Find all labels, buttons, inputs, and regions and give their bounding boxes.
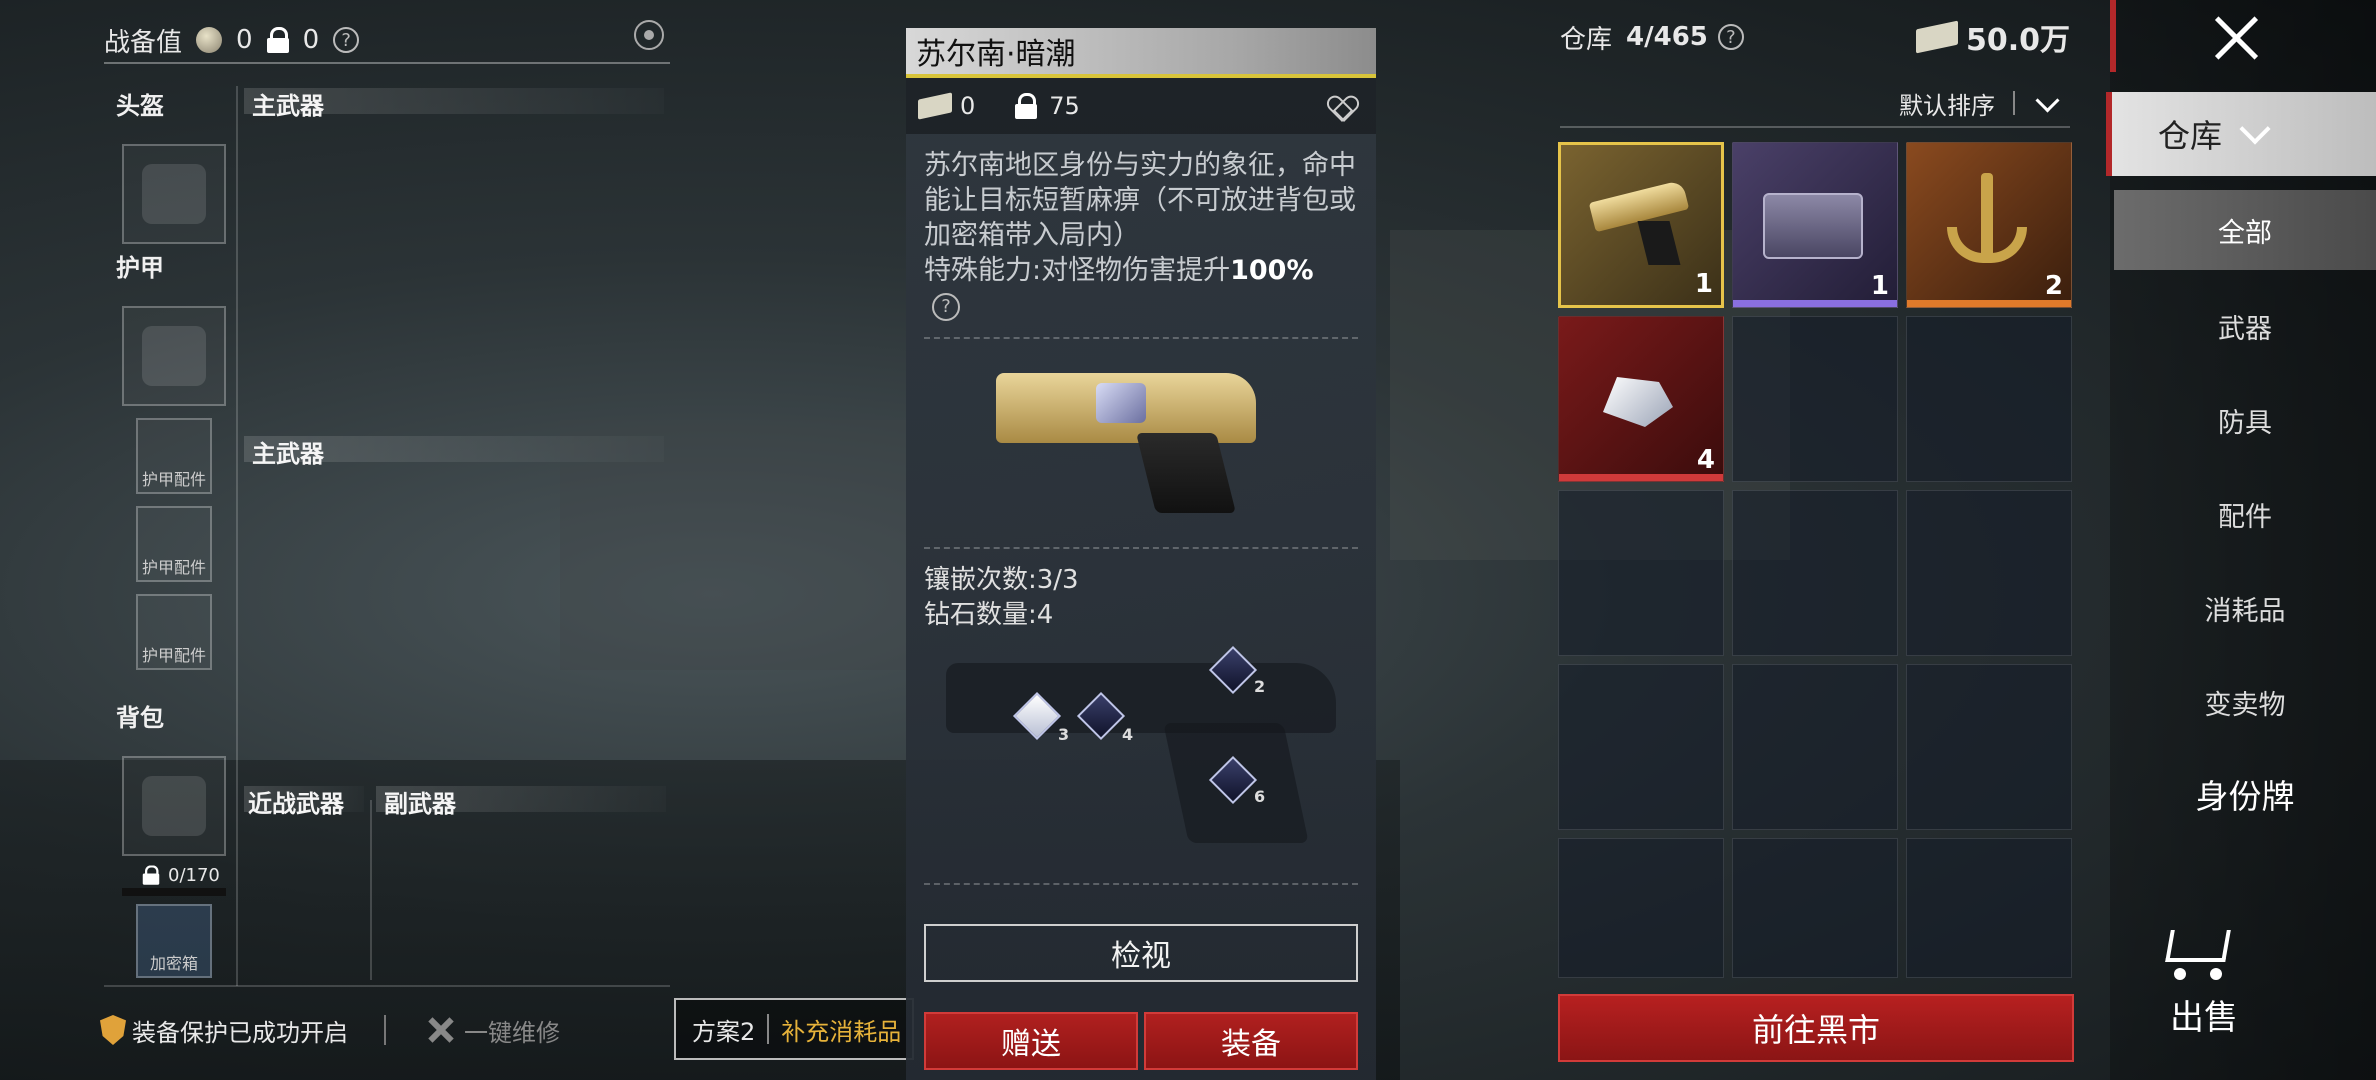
backpack-label: 背包	[116, 704, 164, 732]
repair-icon	[426, 1015, 456, 1045]
category-sellables[interactable]: 变卖物	[2114, 662, 2376, 742]
inventory-item-pistol[interactable]: 1	[1558, 142, 1724, 308]
armor-accessory-slot[interactable]: 护甲配件	[136, 418, 212, 494]
gem-slot-diagram: 2 3 4 6	[906, 633, 1376, 883]
eye-icon[interactable]	[634, 20, 664, 50]
inventory-empty-slot[interactable]	[1558, 490, 1724, 656]
view-button[interactable]: 检视	[924, 924, 1358, 982]
inventory-empty-slot[interactable]	[1732, 664, 1898, 830]
sort-label[interactable]: 默认排序	[1899, 86, 1995, 121]
close-icon[interactable]	[2212, 14, 2260, 62]
gear-score-header: 战备值 0 0 ?	[104, 18, 670, 64]
inventory-empty-slot[interactable]	[1906, 838, 2072, 978]
melee-weapon-slot[interactable]	[244, 816, 364, 976]
protection-status: 装备保护已成功开启	[132, 1018, 348, 1047]
armor-accessory-slot[interactable]: 护甲配件	[136, 594, 212, 670]
anchor-icon	[1937, 173, 2037, 273]
primary-weapon-1-slot[interactable]	[244, 118, 664, 418]
coin-count: 0	[236, 25, 253, 55]
tab-warehouse[interactable]: 仓库	[2106, 92, 2376, 176]
secondary-weapon-label: 副武器	[384, 790, 456, 818]
category-id-tags[interactable]: 身份牌	[2114, 754, 2376, 834]
gift-button[interactable]: 赠送	[924, 1012, 1138, 1070]
pistol-icon	[1588, 175, 1691, 275]
inventory-empty-slot[interactable]	[1906, 316, 2072, 482]
plan-label[interactable]: 方案2	[692, 1012, 755, 1047]
help-icon[interactable]: ?	[1717, 24, 1744, 50]
cart-icon[interactable]	[2160, 920, 2240, 980]
helmet-slot[interactable]	[122, 144, 226, 244]
chevron-down-icon[interactable]	[2035, 87, 2060, 113]
category-consumables[interactable]: 消耗品	[2114, 568, 2376, 648]
category-accessories[interactable]: 配件	[2114, 474, 2376, 554]
inventory-label: 仓库	[1560, 24, 1613, 55]
inventory-empty-slot[interactable]	[1906, 490, 2072, 656]
safe-box-slot[interactable]: 加密箱	[136, 904, 212, 978]
lock-icon	[1015, 93, 1038, 119]
repair-all-button[interactable]: 一键维修	[464, 1013, 560, 1048]
item-title: 苏尔南·暗潮	[906, 28, 1376, 78]
category-weapons[interactable]: 武器	[2114, 286, 2376, 366]
shield-check-icon	[100, 1015, 126, 1045]
armor-slot[interactable]	[122, 306, 226, 406]
equip-button[interactable]: 装备	[1144, 1012, 1358, 1070]
helmet-label: 头盔	[116, 92, 164, 120]
inventory-capacity: 4/465	[1626, 22, 1708, 52]
money-amount: 50.0万	[1965, 23, 2070, 58]
gear-score-label: 战备值	[104, 27, 183, 58]
item-price-row: 0 75	[906, 78, 1376, 134]
coin-icon	[196, 27, 223, 53]
sort-dropdown[interactable]: 默认排序	[1560, 80, 2070, 128]
inventory-empty-slot[interactable]	[1732, 490, 1898, 656]
lock-icon	[142, 865, 160, 885]
secondary-weapon-slot[interactable]	[376, 816, 666, 976]
primary-weapon-1-label: 主武器	[252, 92, 324, 120]
supply-consumables-button[interactable]: 补充消耗品	[781, 1012, 901, 1047]
lock-icon	[266, 27, 289, 53]
case-icon	[1763, 173, 1863, 273]
inventory-header: 仓库 4/465 ? 50.0万	[1560, 12, 2070, 62]
inventory-item-case[interactable]: 1	[1732, 142, 1898, 308]
sell-button[interactable]: 出售	[2170, 990, 2238, 1039]
backpack-capacity: 0/170	[140, 862, 220, 888]
melee-weapon-label: 近战武器	[248, 790, 344, 818]
chevron-down-icon	[2239, 113, 2271, 145]
primary-weapon-2-label: 主武器	[252, 440, 324, 468]
inventory-item-diamonds[interactable]: 4	[1558, 316, 1724, 482]
armor-label: 护甲	[116, 254, 164, 282]
category-armor[interactable]: 防具	[2114, 380, 2376, 460]
cash-icon	[918, 92, 952, 120]
plan-selector[interactable]: 方案2 补充消耗品	[674, 998, 914, 1060]
weapon-image	[906, 353, 1376, 533]
cash-price: 0	[960, 92, 976, 120]
inventory-empty-slot[interactable]	[1732, 316, 1898, 482]
category-all[interactable]: 全部	[2114, 190, 2376, 270]
backpack-slot[interactable]	[122, 756, 226, 856]
primary-weapon-2-slot[interactable]	[244, 466, 664, 766]
lock-price: 75	[1049, 92, 1080, 120]
help-icon[interactable]: ?	[333, 27, 360, 53]
inventory-empty-slot[interactable]	[1906, 664, 2072, 830]
help-icon[interactable]: ?	[932, 292, 960, 321]
inventory-empty-slot[interactable]	[1558, 838, 1724, 978]
armor-accessory-slot[interactable]: 护甲配件	[136, 506, 212, 582]
diamond-icon	[1589, 347, 1689, 447]
inventory-empty-slot[interactable]	[1732, 838, 1898, 978]
inventory-item-anchor[interactable]: 2	[1906, 142, 2072, 308]
inventory-empty-slot[interactable]	[1558, 664, 1724, 830]
lock-count: 0	[302, 25, 320, 55]
go-to-black-market-button[interactable]: 前往黑市	[1558, 994, 2074, 1062]
loadout-panel: 战备值 0 0 ? 头盔 护甲 护甲配件 护甲配件 护甲配件 背包 0/170 …	[0, 0, 900, 1080]
diamond-count: 钻石数量:4	[924, 600, 1054, 630]
item-detail-panel: 苏尔南·暗潮 0 75 苏尔南地区身份与实力的象征，命中能让目标短暂麻痹（不可放…	[906, 28, 1376, 1080]
inlay-count: 镶嵌次数:3/3	[924, 565, 1079, 595]
item-description: 苏尔南地区身份与实力的象征，命中能让目标短暂麻痹（不可放进背包或加密箱带入局内）…	[906, 134, 1376, 323]
favorite-heart-icon[interactable]	[1328, 96, 1358, 124]
cash-icon	[1915, 20, 1958, 54]
